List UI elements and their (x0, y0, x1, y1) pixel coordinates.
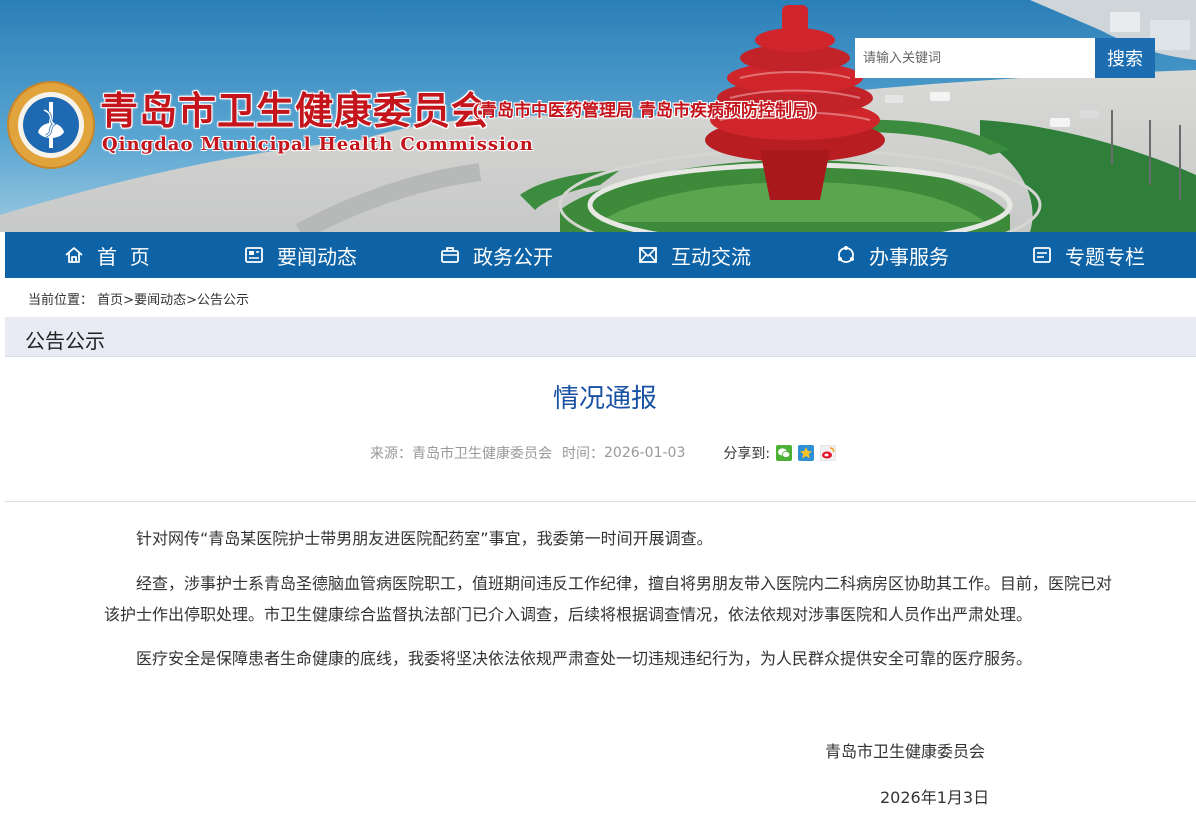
share-label: 分享到: (723, 446, 771, 462)
weibo-icon[interactable] (819, 444, 837, 462)
nav-label-services: 办事服务 (869, 244, 949, 269)
section-header: 公告公示 (5, 317, 1196, 357)
article-paragraph: 针对网传“青岛某医院护士带男朋友进医院配药室”事宜，我委第一时间开展调查。 (136, 529, 713, 548)
article-title: 情况通报 (552, 384, 657, 414)
nav-label-topics: 专题专栏 (1065, 244, 1145, 269)
breadcrumb-home-link[interactable]: 首页 (97, 293, 123, 308)
search-button[interactable]: 搜索 (1095, 38, 1155, 78)
article-paragraph: 经查，涉事护士系青岛圣德脑血管病医院职工，值班期间违反工作纪律，擅自将男朋友带入… (104, 574, 1113, 624)
site-title-english: Qingdao Municipal Health Commission (102, 134, 534, 155)
site-subtitle: (青岛市中医药管理局 青岛市疾病预防控制局) (472, 101, 818, 121)
site-title: 青岛市卫生健康委员会 (100, 88, 491, 133)
nav-label-government-affairs: 政务公开 (473, 244, 553, 269)
breadcrumb: 当前位置： 首页>要闻动态>公告公示 (28, 289, 249, 308)
nav-item-home[interactable]: 首 页 (63, 232, 150, 278)
article-signature: 青岛市卫生健康委员会 (825, 742, 986, 761)
source-label: 来源： (370, 446, 412, 462)
nav-item-services[interactable]: 办事服务 (835, 232, 949, 278)
interaction-icon (637, 244, 659, 266)
nav-item-government-affairs[interactable]: 政务公开 (439, 232, 553, 278)
main-nav: 首 页 要闻动态 政务公开 互动交流 办事服务 专题专栏 (5, 232, 1196, 278)
search-box: 搜索 (855, 38, 1155, 78)
nav-label-interaction: 互动交流 (671, 244, 751, 269)
article-time: 2026-01-03 (604, 445, 686, 461)
article-date: 2026年1月3日 (880, 788, 990, 807)
home-icon (63, 244, 85, 266)
wechat-icon[interactable] (776, 445, 793, 461)
nav-item-news[interactable]: 要闻动态 (243, 232, 357, 278)
briefcase-icon (439, 244, 461, 266)
article-divider (5, 501, 1196, 502)
breadcrumb-announcements-link[interactable]: 公告公示 (197, 293, 249, 308)
breadcrumb-prefix: 当前位置： (28, 293, 94, 308)
breadcrumb-separator: > (186, 293, 197, 308)
nav-item-topics[interactable]: 专题专栏 (1031, 232, 1145, 278)
news-icon (243, 244, 265, 266)
qzone-icon[interactable] (798, 445, 815, 461)
article-meta: 来源： 青岛市卫生健康委员会 时间： 2026-01-03 分享到: (370, 443, 837, 463)
health-commission-logo (6, 80, 96, 170)
time-label: 时间： (562, 446, 604, 462)
section-title: 公告公示 (25, 329, 105, 353)
article-paragraph: 医疗安全是保障患者生命健康的底线，我委将坚决依法依规严肃查处一切违规违纪行为，为… (136, 649, 1033, 668)
topic-icon (1031, 244, 1053, 266)
service-icon (835, 244, 857, 266)
breadcrumb-separator: > (123, 293, 135, 308)
header-banner: 青岛市卫生健康委员会 (青岛市中医药管理局 青岛市疾病预防控制局) Qingda… (0, 0, 1196, 232)
nav-label-news: 要闻动态 (277, 244, 357, 269)
article-source: 青岛市卫生健康委员会 (412, 446, 552, 462)
search-input[interactable] (855, 38, 1095, 78)
breadcrumb-news-link[interactable]: 要闻动态 (134, 293, 186, 308)
nav-item-interaction[interactable]: 互动交流 (637, 232, 751, 278)
nav-label-home: 首 页 (97, 244, 150, 269)
